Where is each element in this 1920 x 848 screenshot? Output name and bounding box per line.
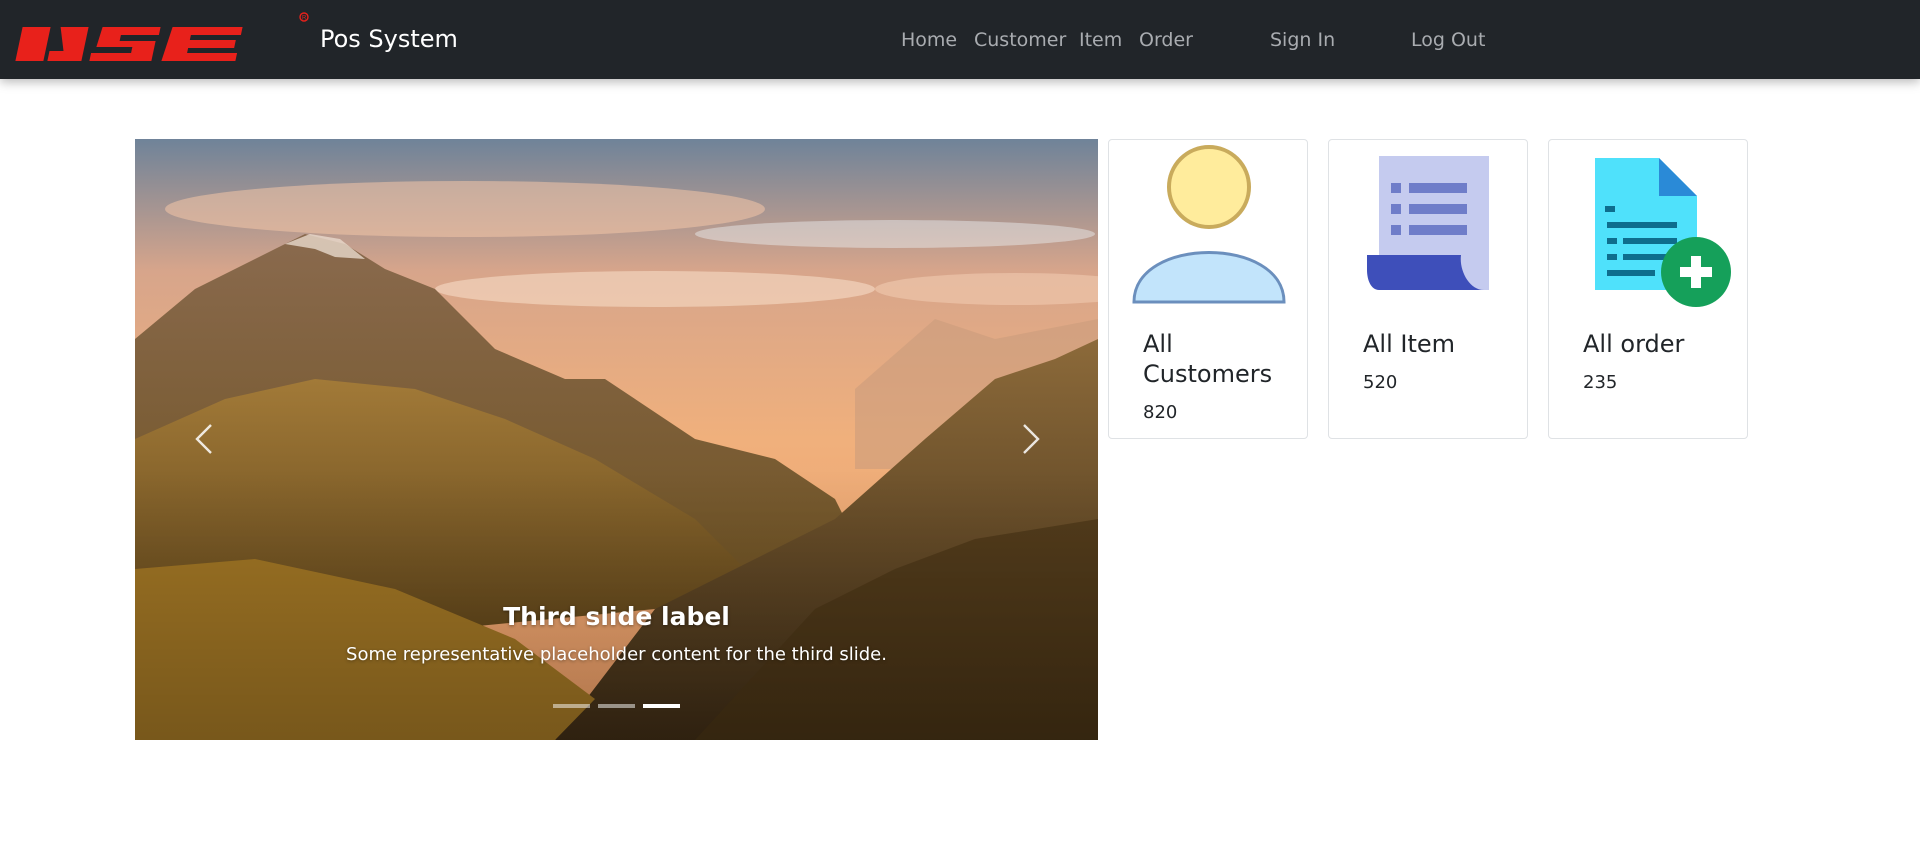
chevron-left-icon [195,424,212,454]
card-count: 820 [1143,402,1178,423]
slide-caption-title: Third slide label [503,602,730,631]
nav-order[interactable]: Order [1139,29,1193,51]
card-title: All Item [1363,330,1456,358]
customers-card[interactable]: All Customers 820 [1108,139,1308,439]
nav-sign-in[interactable]: Sign In [1270,29,1335,51]
nav-customer[interactable]: Customer [974,29,1066,51]
brand-name[interactable]: Pos System [320,25,458,53]
add-document-icon [1595,158,1731,307]
carousel-indicator-1[interactable] [553,704,590,708]
card-count: 520 [1363,372,1398,393]
ijse-logo[interactable]: R [14,11,310,63]
svg-text:R: R [302,16,307,22]
carousel-next-button[interactable] [998,409,1058,469]
user-icon [1132,145,1286,304]
orders-card[interactable]: All order 235 [1548,139,1748,439]
carousel-indicator-2[interactable] [598,704,635,708]
slide-caption-text: Some representative placeholder content … [346,644,887,665]
card-title: All order [1583,330,1685,358]
document-list-icon [1367,156,1489,290]
card-count: 235 [1583,372,1618,393]
navbar: R Pos System Home Customer Item Order Si… [0,0,1920,79]
items-card[interactable]: All Item 520 [1328,139,1528,439]
nav-log-out[interactable]: Log Out [1411,29,1485,51]
carousel-indicator-3[interactable] [643,704,680,708]
nav-item[interactable]: Item [1079,29,1122,51]
chevron-right-icon [1023,424,1040,454]
image-carousel[interactable]: Third slide label Some representative pl… [135,139,1098,740]
card-title: All Customers [1143,330,1273,388]
nav-home[interactable]: Home [901,29,957,51]
carousel-prev-button[interactable] [177,409,237,469]
